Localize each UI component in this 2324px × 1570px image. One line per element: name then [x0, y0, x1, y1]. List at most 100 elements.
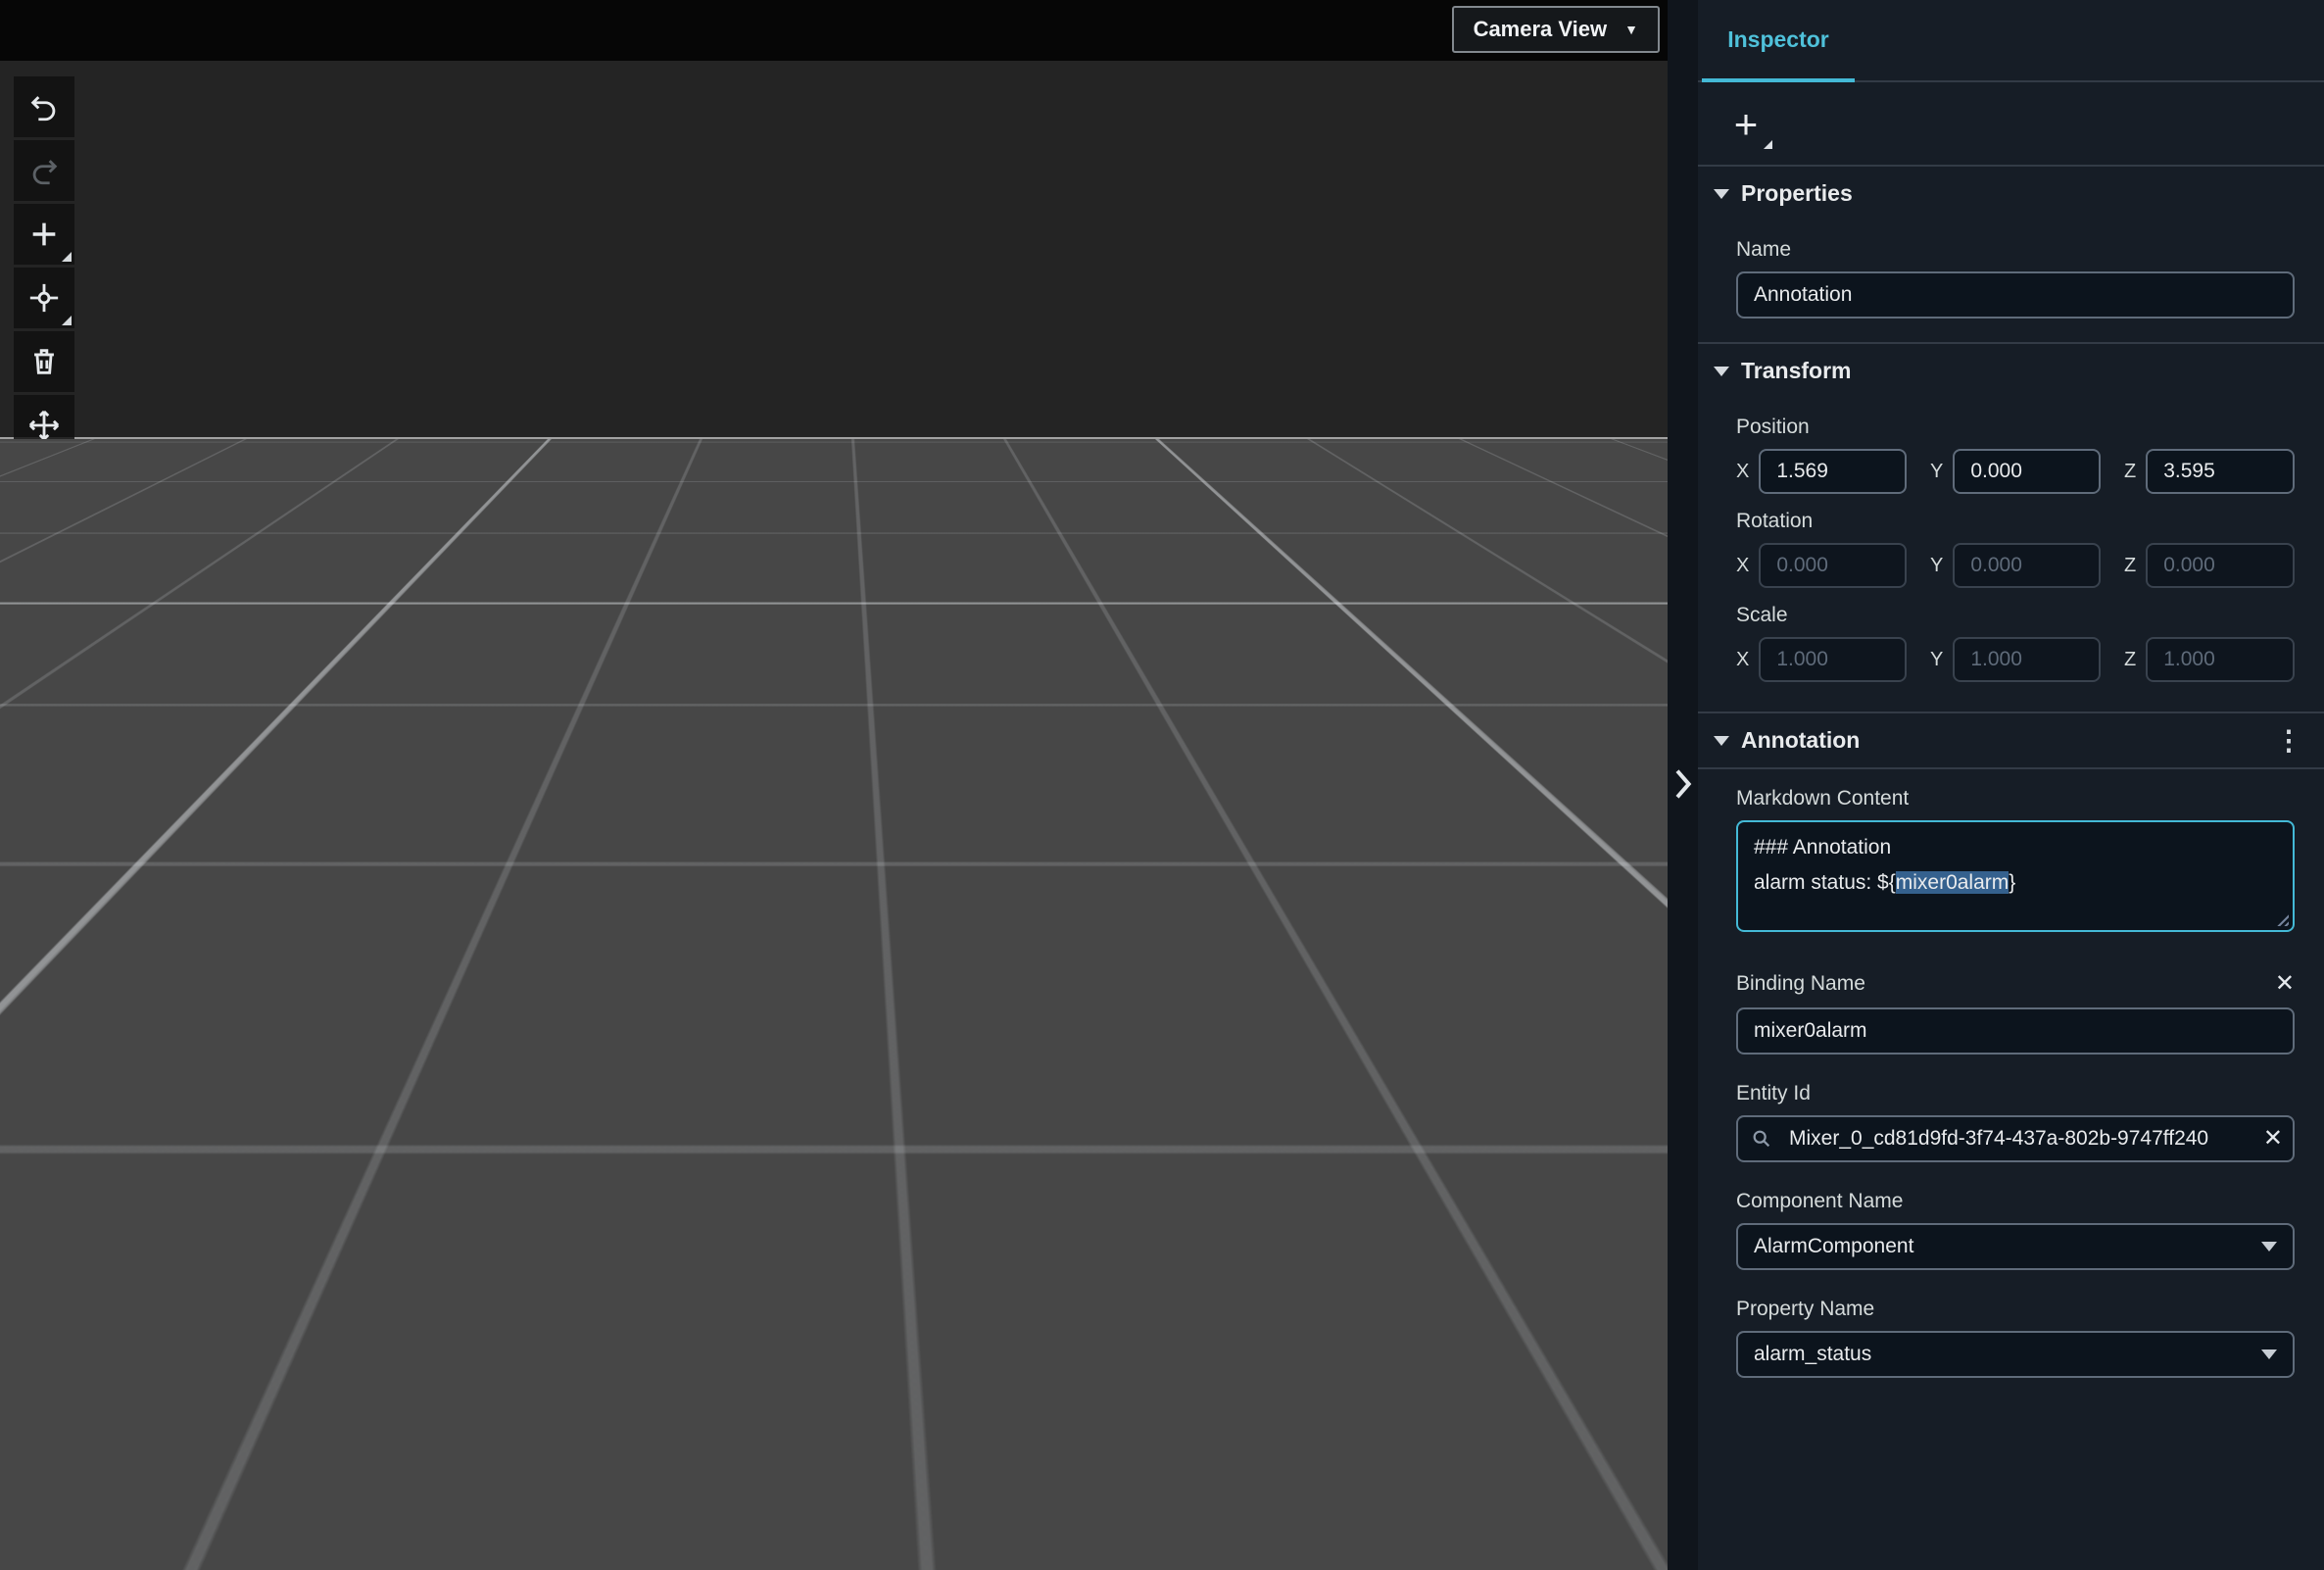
markdown-content-label: Markdown Content: [1736, 787, 1910, 810]
position-x-input[interactable]: [1759, 449, 1907, 494]
scene-statistics: Scene Statistics Vertices : 107,892 Tria…: [1193, 1379, 1440, 1545]
axis-z-label: Z: [2124, 648, 2137, 670]
section-properties: Name: [1698, 221, 2324, 342]
markdown-line-2: alarm status: ${mixer0alarm}: [1754, 871, 2016, 894]
markdown-line-1: ### Annotation: [1754, 836, 1892, 859]
undo-button[interactable]: [14, 76, 74, 137]
selected-text: mixer0alarm: [1895, 871, 2009, 894]
property-name-value: alarm_status: [1754, 1343, 1872, 1365]
section-title-transform: Transform: [1741, 358, 1852, 383]
viewport-topbar: Camera View ▼: [0, 0, 1668, 61]
annotation-overlay-title: Annotation: [637, 937, 764, 966]
axis-x-label: X: [1736, 648, 1750, 670]
axis-z-label: Z: [2124, 460, 2137, 482]
resize-grip-icon[interactable]: [2274, 911, 2289, 926]
section-title-annotation: Annotation: [1741, 727, 1861, 753]
gizmo-arrow-y-icon[interactable]: [765, 1182, 782, 1213]
section-transform: Position X Y Z Rotation X Y Z Scale: [1698, 398, 2324, 711]
kebab-menu-icon[interactable]: ⋮: [2275, 726, 2302, 754]
scale-x-input: [1759, 637, 1907, 682]
annotation-overlay-body: alarm status: ${mixer0alarm}: [637, 979, 887, 1001]
viewport-3d[interactable]: Y X Z Annotation alarm status: ${mixer0a…: [0, 61, 1668, 1570]
binding-name-label: Binding Name: [1736, 971, 1865, 995]
close-icon: ✕: [2262, 1125, 2283, 1152]
delete-button[interactable]: [14, 331, 74, 392]
scale-row: X Y Z: [1736, 637, 2295, 682]
rotation-x-input: [1759, 543, 1907, 588]
tab-inspector[interactable]: Inspector: [1702, 0, 1855, 82]
component-name-value: AlarmComponent: [1754, 1235, 1914, 1257]
axis-x-label: X: [1736, 554, 1750, 576]
anchor-handle[interactable]: [698, 647, 731, 680]
chevron-down-icon: ▼: [1624, 22, 1638, 37]
rotation-z-input: [2146, 543, 2295, 588]
tab-inspector-label: Inspector: [1727, 25, 1829, 52]
scene-statistics-vertices: Vertices : 107,892: [1217, 1446, 1375, 1467]
position-z-input[interactable]: [2146, 449, 2295, 494]
close-icon: ✕: [2274, 970, 2295, 997]
add-object-button[interactable]: [14, 204, 74, 265]
chevron-down-icon: [1714, 366, 1729, 376]
position-y-input[interactable]: [1953, 449, 2101, 494]
position-label: Position: [1736, 416, 1810, 438]
name-label: Name: [1736, 238, 1792, 261]
markdown-content-textarea[interactable]: ### Annotation alarm status: ${mixer0ala…: [1736, 820, 2295, 932]
section-annotation: Markdown Content ### Annotation alarm st…: [1698, 769, 2324, 1401]
redo-button[interactable]: [14, 140, 74, 201]
axis-z-label: Z: [1498, 1454, 1508, 1473]
gizmo-arrow-z-icon[interactable]: [597, 1051, 632, 1067]
property-name-select[interactable]: alarm_status: [1736, 1331, 2295, 1378]
property-name-label: Property Name: [1736, 1298, 1875, 1320]
section-title-properties: Properties: [1741, 180, 1853, 206]
search-icon: [1753, 1130, 1770, 1148]
camera-view-label: Camera View: [1473, 17, 1608, 41]
binding-name-input[interactable]: [1736, 1007, 2295, 1055]
chevron-right-icon: [1674, 769, 1691, 799]
viewport-toolbar: [14, 76, 74, 456]
component-name-select[interactable]: AlarmComponent: [1736, 1223, 2295, 1270]
axis-y-label: Y: [1930, 648, 1944, 670]
gizmo-axis-z[interactable]: [631, 1056, 772, 1062]
chevron-down-icon: [2261, 1242, 2277, 1251]
section-header-transform[interactable]: Transform: [1698, 342, 2324, 398]
annotation-overlay: Annotation alarm status: ${mixer0alarm}: [615, 919, 941, 1019]
rotation-row: X Y Z: [1736, 543, 2295, 588]
section-header-annotation[interactable]: Annotation ⋮: [1698, 711, 2324, 769]
entity-id-input[interactable]: [1736, 1115, 2295, 1162]
axis-x-label: X: [1587, 1456, 1599, 1475]
plus-icon: [32, 222, 56, 246]
add-component-button[interactable]: +: [1723, 102, 1772, 149]
move-tool-button[interactable]: [14, 395, 74, 456]
axis-triad[interactable]: Y X Z: [1487, 1376, 1609, 1520]
transform-gizmo[interactable]: [597, 1006, 942, 1213]
axis-neg-dot[interactable]: [1542, 1504, 1558, 1520]
scene-statistics-triangles: Triangles : 162,180: [1217, 1486, 1384, 1507]
anchor-handle[interactable]: [1056, 755, 1089, 788]
axis-neg-dot[interactable]: [1589, 1426, 1605, 1442]
section-header-properties[interactable]: Properties: [1698, 165, 2324, 221]
axis-neg-dot[interactable]: [1499, 1427, 1515, 1443]
transform-tool-icon: [29, 283, 59, 313]
axis-z-label: Z: [2124, 554, 2137, 576]
entity-id-label: Entity Id: [1736, 1082, 1811, 1104]
mixer-model[interactable]: [990, 817, 1182, 1038]
position-row: X Y Z: [1736, 449, 2295, 494]
camera-view-button[interactable]: Camera View ▼: [1451, 6, 1660, 53]
gizmo-arrow-x-icon[interactable]: [906, 1053, 942, 1073]
remove-binding-button[interactable]: ✕: [2275, 969, 2295, 998]
trash-icon: [34, 349, 54, 374]
axis-x-label: X: [1736, 460, 1750, 482]
undo-icon: [30, 96, 56, 122]
inspector-panel: Inspector + Properties Name Transform Po…: [1698, 0, 2324, 1570]
scene-statistics-title: Scene Statistics: [1217, 1400, 1376, 1423]
scene-canvas: Y X Z: [572, 647, 1609, 1520]
axis-y-label: Y: [1930, 460, 1944, 482]
scale-label: Scale: [1736, 604, 1788, 626]
gizmo-axis-y[interactable]: [769, 1059, 775, 1187]
transform-tool-button[interactable]: [14, 268, 74, 328]
name-input[interactable]: [1736, 271, 2295, 319]
scale-z-input: [2146, 637, 2295, 682]
clear-entity-button[interactable]: ✕: [2263, 1124, 2283, 1153]
inspector-collapse-handle[interactable]: [1666, 755, 1698, 813]
axis-y-label: Y: [1544, 1383, 1556, 1401]
